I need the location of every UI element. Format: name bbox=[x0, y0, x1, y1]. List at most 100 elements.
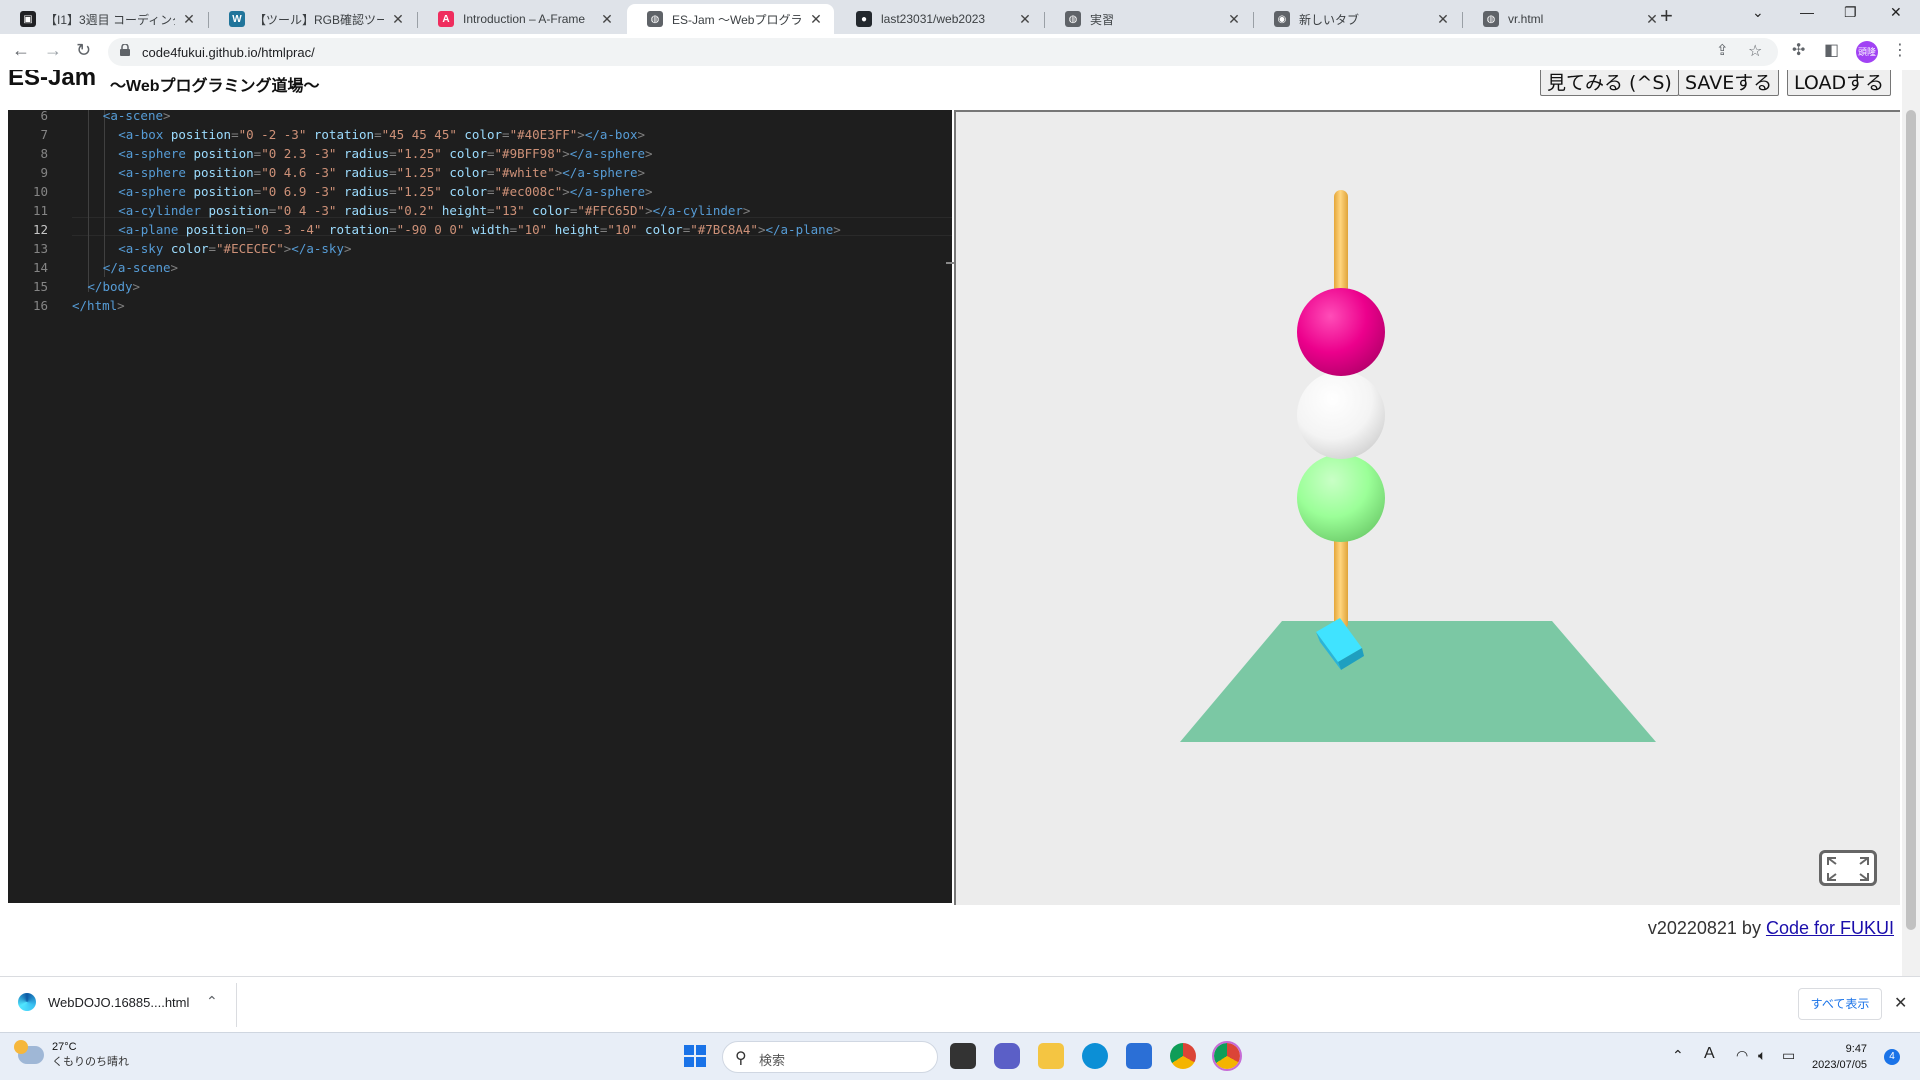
tab-close-icon[interactable]: ✕ bbox=[181, 11, 197, 28]
clock[interactable]: 9:47 2023/07/05 bbox=[1812, 1041, 1867, 1073]
side-panel-icon[interactable]: ◧ bbox=[1824, 40, 1839, 60]
tab-1[interactable]: W 【ツール】RGB確認ツール – NE ✕ bbox=[209, 4, 416, 34]
code-line[interactable]: <a-sphere position="0 6.9 -3" radius="1.… bbox=[118, 182, 652, 201]
code-token: "#40E3FF" bbox=[509, 127, 578, 142]
teams-icon[interactable] bbox=[994, 1043, 1020, 1069]
wifi-icon[interactable]: ◠ bbox=[1736, 1047, 1748, 1064]
code-line[interactable]: <a-sky color="#ECECEC"></a-sky> bbox=[118, 239, 351, 258]
code-editor[interactable]: 6 <a-scene> 7 <a-box position="0 -2 -3" rot… bbox=[8, 108, 960, 903]
tab-0[interactable]: ▣ 【I1】3週目 コーディング体験と ✕ bbox=[0, 4, 207, 34]
tab-title: ES-Jam 〜Webプログラミング bbox=[672, 12, 802, 27]
code-token: > bbox=[132, 279, 141, 294]
restore-icon[interactable]: ❐ bbox=[1844, 4, 1857, 21]
store-icon[interactable] bbox=[1126, 1043, 1152, 1069]
code-line[interactable]: <a-box position="0 -2 -3" rotation="45 4… bbox=[118, 125, 645, 144]
show-hidden-icons-icon[interactable]: ⌃ bbox=[1672, 1047, 1684, 1064]
code-token: </a-sphere bbox=[569, 146, 646, 161]
code-line[interactable]: <a-scene> bbox=[103, 106, 171, 125]
code-token: > bbox=[645, 203, 653, 218]
code-token: = bbox=[487, 203, 495, 218]
tab-5[interactable]: ◍ 実習 ✕ bbox=[1045, 4, 1252, 34]
tab-title: vr.html bbox=[1508, 12, 1544, 26]
tab-3[interactable]: ◍ ES-Jam 〜Webプログラミング ✕ bbox=[627, 4, 834, 34]
code-token: = bbox=[231, 127, 239, 142]
download-item[interactable]: WebDOJO.16885....html bbox=[18, 993, 189, 1011]
code-line[interactable]: </body> bbox=[87, 277, 140, 296]
code-token: color bbox=[456, 127, 503, 142]
tab-6[interactable]: ◉ 新しいタブ ✕ bbox=[1254, 4, 1461, 34]
forward-icon[interactable]: → bbox=[44, 40, 62, 61]
start-icon[interactable] bbox=[684, 1045, 706, 1067]
address-bar[interactable]: code4fukui.github.io/htmlprac/ ⇪ ☆ bbox=[108, 38, 1778, 66]
scrollbar-thumb[interactable] bbox=[1906, 110, 1916, 930]
code-line[interactable]: <a-sphere position="0 4.6 -3" radius="1.… bbox=[118, 163, 645, 182]
share-icon[interactable]: ⇪ bbox=[1716, 41, 1729, 59]
code-token: </a-cylinder bbox=[652, 203, 743, 218]
chevron-up-icon[interactable]: ⌃ bbox=[206, 993, 218, 1010]
sphere-green bbox=[1297, 454, 1385, 542]
close-window-icon[interactable]: ✕ bbox=[1890, 4, 1902, 21]
edge-taskbar-icon[interactable] bbox=[1082, 1043, 1108, 1069]
code-token: "10" bbox=[607, 222, 638, 237]
tab-search-icon[interactable]: ⌄ bbox=[1752, 4, 1764, 21]
code-line[interactable]: </html> bbox=[72, 296, 125, 315]
sphere-white bbox=[1297, 371, 1385, 459]
fullscreen-button[interactable] bbox=[1819, 850, 1877, 886]
code-token: > bbox=[562, 184, 570, 199]
tab-close-icon[interactable]: ✕ bbox=[1226, 11, 1242, 28]
battery-icon[interactable]: ▭ bbox=[1782, 1047, 1795, 1064]
file-explorer-icon[interactable] bbox=[1038, 1043, 1064, 1069]
chrome-profile-taskbar-icon[interactable] bbox=[1212, 1041, 1242, 1071]
task-view-icon[interactable] bbox=[950, 1043, 976, 1069]
tab-2[interactable]: A Introduction – A-Frame ✕ bbox=[418, 4, 625, 34]
code-token: <a-plane bbox=[118, 222, 179, 237]
volume-icon[interactable]: 🔈︎ bbox=[1758, 1047, 1766, 1064]
line-number: 6 bbox=[40, 108, 48, 123]
close-icon[interactable]: ✕ bbox=[1894, 993, 1907, 1013]
code-token: > bbox=[117, 298, 125, 313]
show-all-button[interactable]: すべて表示 bbox=[1798, 988, 1882, 1020]
new-tab-icon[interactable]: + bbox=[1660, 3, 1673, 29]
code-token: <a-sphere bbox=[118, 184, 186, 199]
weather-widget[interactable]: 27°C くもりのち晴れ bbox=[14, 1040, 129, 1069]
tab-close-icon[interactable]: ✕ bbox=[390, 11, 406, 28]
tab-close-icon[interactable]: ✕ bbox=[808, 11, 824, 28]
vr-scene bbox=[1180, 190, 1656, 742]
code-token: <a-cylinder bbox=[118, 203, 201, 218]
credit-link[interactable]: Code for FUKUI bbox=[1766, 918, 1894, 938]
tab-close-icon[interactable]: ✕ bbox=[599, 11, 615, 28]
tab-7[interactable]: ◍ vr.html ✕ bbox=[1463, 4, 1670, 34]
code-token: "0 -3 -4" bbox=[253, 222, 322, 237]
code-line[interactable]: <a-cylinder position="0 4 -3" radius="0.… bbox=[118, 201, 750, 220]
page-scrollbar[interactable] bbox=[1902, 70, 1920, 976]
chrome-taskbar-icon[interactable] bbox=[1170, 1043, 1196, 1069]
notification-badge[interactable]: 4 bbox=[1884, 1049, 1900, 1065]
search-icon: ⚲ bbox=[735, 1050, 747, 1067]
taskbar: 27°C くもりのち晴れ ⚲ 検索 ⌃ A ◠ 🔈︎ ▭ 9:47 2023/0… bbox=[0, 1032, 1920, 1080]
avatar[interactable]: 頭隆 bbox=[1856, 41, 1878, 63]
back-icon[interactable]: ← bbox=[12, 40, 30, 61]
menu-icon[interactable]: ⋮ bbox=[1892, 40, 1908, 60]
load-button[interactable]: LOADする bbox=[1787, 70, 1892, 96]
search-input[interactable]: ⚲ 検索 bbox=[722, 1041, 938, 1073]
line-number: 7 bbox=[40, 127, 48, 142]
code-token: position bbox=[178, 222, 247, 237]
preview-button[interactable]: 見てみる (^S) bbox=[1540, 70, 1679, 96]
minimize-icon[interactable]: — bbox=[1800, 4, 1814, 20]
code-line[interactable]: </a-scene> bbox=[103, 258, 178, 277]
vr-preview[interactable] bbox=[954, 110, 1900, 905]
code-line[interactable]: <a-sphere position="0 2.3 -3" radius="1.… bbox=[118, 144, 652, 163]
tab-close-icon[interactable]: ✕ bbox=[1644, 11, 1660, 28]
code-token: </a-sky bbox=[291, 241, 344, 256]
ime-indicator[interactable]: A bbox=[1704, 1045, 1715, 1063]
reload-icon[interactable]: ↻ bbox=[76, 40, 91, 61]
extensions-icon[interactable]: ✣ bbox=[1792, 40, 1805, 60]
chrome-icon: ◉ bbox=[1274, 11, 1290, 27]
tab-close-icon[interactable]: ✕ bbox=[1017, 11, 1033, 28]
bookmark-star-icon[interactable]: ☆ bbox=[1748, 41, 1762, 61]
tab-4[interactable]: ● last23031/web2023 ✕ bbox=[836, 4, 1043, 34]
tab-close-icon[interactable]: ✕ bbox=[1435, 11, 1451, 28]
save-button[interactable]: SAVEする bbox=[1678, 70, 1780, 96]
code-token: = bbox=[486, 184, 495, 199]
code-line[interactable]: <a-plane position="0 -3 -4" rotation="-9… bbox=[118, 220, 841, 239]
